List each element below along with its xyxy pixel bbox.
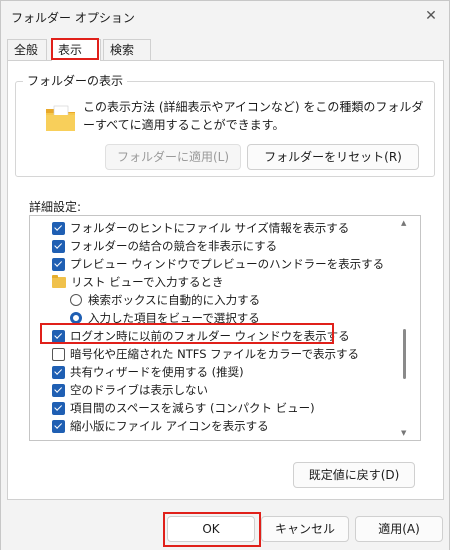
list-item[interactable]: 暗号化や圧縮された NTFS ファイルをカラーで表示する [52, 345, 359, 363]
folder-views-title: フォルダーの表示 [23, 72, 128, 89]
folder-icon [45, 103, 77, 133]
list-item[interactable]: 共有ウィザードを使用する (推奨) [52, 363, 244, 381]
list-item[interactable]: ログオン時に以前のフォルダー ウィンドウを表示する [52, 327, 350, 345]
checkbox-checked[interactable] [52, 239, 65, 253]
list-item-label: 縮小版にファイル アイコンを表示する [70, 419, 269, 433]
list-group-header: リスト ビューで入力するとき [52, 273, 223, 291]
reset-folders-button[interactable]: フォルダーをリセット(R) [247, 144, 419, 170]
checkbox-checked[interactable] [52, 329, 65, 343]
list-item-label: リスト ビューで入力するとき [71, 275, 224, 289]
close-button[interactable]: ✕ [419, 5, 443, 27]
list-item[interactable]: フォルダーの結合の競合を非表示にする [52, 237, 277, 255]
cancel-button[interactable]: キャンセル [261, 516, 349, 542]
list-item-label: 空のドライブは表示しない [70, 383, 208, 397]
advanced-settings-list[interactable]: フォルダーのヒントにファイル サイズ情報を表示する フォルダーの結合の競合を非表… [29, 215, 421, 441]
checkbox-unchecked[interactable] [52, 347, 65, 361]
list-item-label: 暗号化や圧縮された NTFS ファイルをカラーで表示する [70, 347, 359, 361]
list-item[interactable]: 空のドライブは表示しない [52, 381, 208, 399]
list-item[interactable]: 入力した項目をビューで選択する [70, 309, 260, 327]
list-item[interactable]: 項目間のスペースを減らす (コンパクト ビュー) [52, 399, 315, 417]
folder-small-icon [52, 274, 66, 288]
list-item[interactable]: 検索ボックスに自動的に入力する [70, 291, 260, 309]
tab-search[interactable]: 検索 [103, 39, 151, 61]
list-item-label: フォルダーの結合の競合を非表示にする [70, 239, 278, 253]
scroll-down-arrow-icon[interactable]: ▼ [401, 429, 406, 437]
checkbox-checked[interactable] [52, 221, 65, 235]
list-item-label: 入力した項目をビューで選択する [88, 311, 260, 325]
checkbox-checked[interactable] [52, 419, 65, 433]
checkbox-checked[interactable] [52, 257, 65, 271]
list-item-label: 共有ウィザードを使用する (推奨) [70, 365, 244, 379]
scrollbar-thumb[interactable] [403, 329, 406, 379]
list-item[interactable]: フォルダーのヒントにファイル サイズ情報を表示する [52, 219, 349, 237]
close-icon: ✕ [425, 8, 437, 24]
restore-defaults-button[interactable]: 既定値に戻す(D) [293, 462, 415, 488]
tab-general[interactable]: 全般 [7, 39, 47, 61]
checkbox-checked[interactable] [52, 383, 65, 397]
radio-selected[interactable] [70, 312, 82, 324]
list-item-label: フォルダーのヒントにファイル サイズ情報を表示する [70, 221, 350, 235]
list-scrollbar[interactable] [399, 217, 407, 439]
list-item[interactable]: 縮小版にファイル アイコンを表示する [52, 417, 269, 435]
apply-to-folders-button[interactable]: フォルダーに適用(L) [105, 144, 241, 170]
title-bar: フォルダー オプション ✕ [1, 1, 449, 31]
advanced-settings-label: 詳細設定: [29, 200, 82, 214]
radio-unselected[interactable] [70, 294, 82, 306]
scroll-up-arrow-icon[interactable]: ▲ [401, 219, 406, 227]
folder-views-description: この表示方法 (詳細表示やアイコンなど) をこの種類のフォルダーすべてに適用する… [83, 100, 424, 132]
checkbox-checked[interactable] [52, 401, 65, 415]
checkbox-checked[interactable] [52, 365, 65, 379]
list-item-label: ログオン時に以前のフォルダー ウィンドウを表示する [70, 329, 350, 343]
ok-button[interactable]: OK [167, 516, 255, 542]
tab-view[interactable]: 表示 [51, 39, 101, 61]
list-item[interactable]: プレビュー ウィンドウでプレビューのハンドラーを表示する [52, 255, 384, 273]
window-title: フォルダー オプション [11, 11, 135, 25]
folder-options-dialog: フォルダー オプション ✕ 全般 表示 検索 フォルダーの表示 この表示方法 (… [0, 0, 450, 550]
list-item-label: プレビュー ウィンドウでプレビューのハンドラーを表示する [70, 257, 385, 271]
list-item-label: 項目間のスペースを減らす (コンパクト ビュー) [70, 401, 315, 415]
list-item-label: 検索ボックスに自動的に入力する [88, 293, 261, 307]
apply-button[interactable]: 適用(A) [355, 516, 443, 542]
